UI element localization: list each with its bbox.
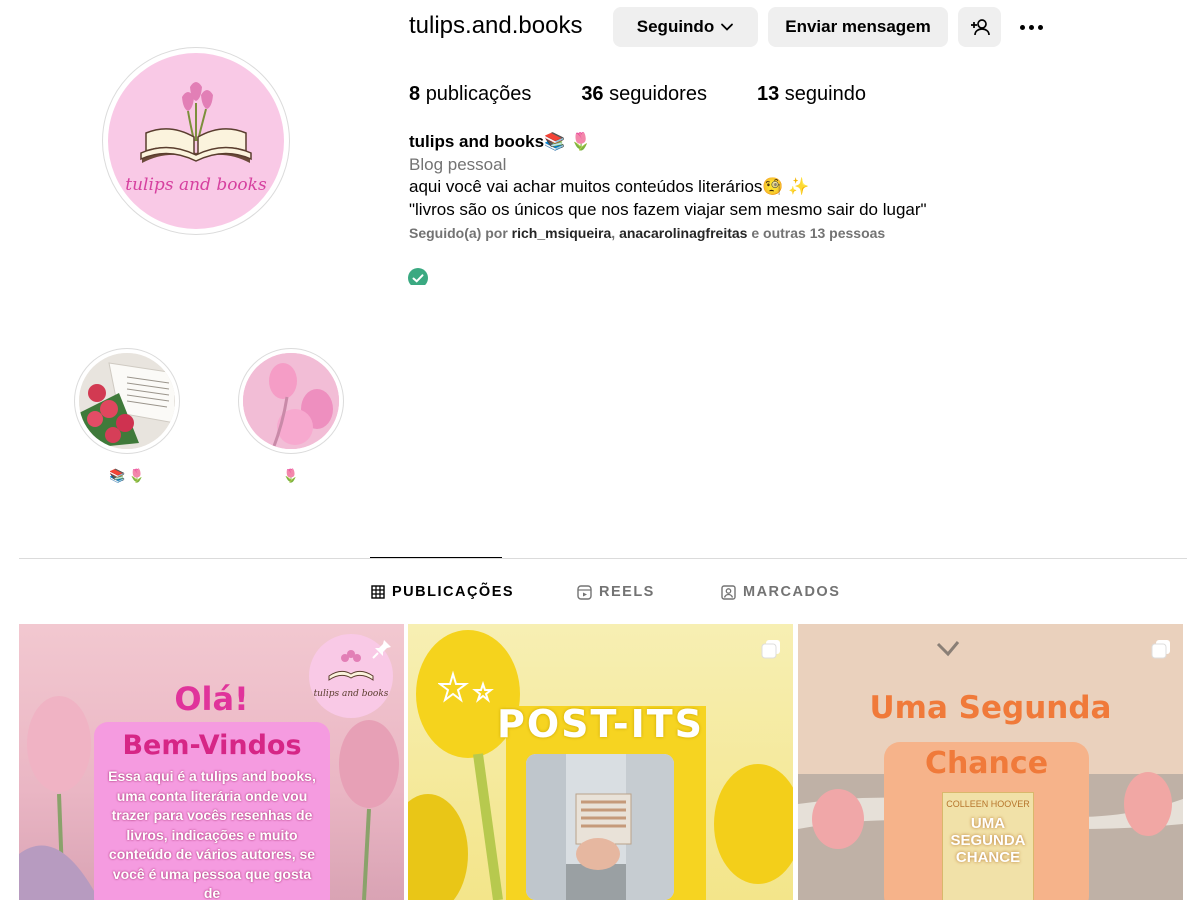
highlight-2-ring: [238, 348, 344, 454]
post-1-card: Bem-Vindos Essa aqui é a tulips and book…: [94, 722, 330, 900]
profile-username: tulips.and.books: [409, 12, 583, 39]
followers-stat[interactable]: 36 seguidores: [581, 83, 707, 106]
post-3-book-cover: COLLEEN HOOVER UMA SEGUNDA CHANCE: [942, 792, 1034, 900]
avatar-brand-text: tulips and books: [125, 175, 267, 195]
post-2-title: POST-ITS: [496, 702, 705, 746]
more-options-icon[interactable]: [1015, 16, 1047, 38]
tab-reels[interactable]: REELS: [577, 582, 655, 602]
following-button-label: Seguindo: [636, 17, 715, 36]
post-2[interactable]: POST-ITS: [408, 624, 793, 900]
add-user-icon: [970, 19, 990, 36]
avatar-image: tulips and books: [108, 53, 284, 229]
profile-divider: [19, 558, 1187, 559]
carousel-icon: [761, 640, 780, 659]
bio-line-2: "livros são os únicos que nos fazem viaj…: [409, 199, 927, 219]
post-3-subtitle: Chance: [924, 746, 1049, 781]
profile-stats: 8 publicações 36 seguidores 13 seguindo: [409, 83, 866, 106]
highlight-1[interactable]: 📚 🌷: [74, 348, 180, 484]
tab-publicacoes[interactable]: PUBLICAÇÕES: [371, 582, 514, 602]
followed-by-user-1[interactable]: rich_msiqueira: [512, 225, 612, 241]
post-1-title: Olá!: [174, 680, 249, 718]
post-3-book-author: COLLEEN HOOVER: [946, 799, 1030, 809]
suggest-accounts-button[interactable]: [958, 7, 1001, 47]
post-3-title: Uma Segunda: [869, 690, 1112, 726]
tab-reels-label: REELS: [599, 584, 655, 600]
tagged-icon: [721, 584, 736, 600]
bio-line-1: aqui você vai achar muitos conteúdos lit…: [409, 177, 810, 196]
checkmark-icon: [408, 268, 428, 285]
reels-icon: [577, 584, 592, 600]
post-3[interactable]: Uma Segunda Chance COLLEEN HOOVER UMA SE…: [798, 624, 1183, 900]
post-1-body: Essa aqui é a tulips and books, uma cont…: [108, 768, 316, 900]
highlight-1-image: [79, 353, 175, 449]
tab-publicacoes-label: PUBLICAÇÕES: [392, 584, 515, 600]
following-stat[interactable]: 13 seguindo: [757, 83, 866, 106]
bio-display-name: tulips and books📚 🌷: [409, 132, 592, 151]
tab-marcados[interactable]: MARCADOS: [721, 582, 840, 602]
posts-count-stat: 8 publicações: [409, 83, 532, 105]
following-button[interactable]: Seguindo: [613, 7, 758, 47]
chevron-down-icon: [721, 23, 734, 31]
send-message-label: Enviar mensagem: [785, 17, 931, 36]
highlight-2-label: 🌷: [282, 468, 300, 483]
pin-icon: [372, 640, 391, 659]
profile-bio: tulips and books📚 🌷 Blog pessoal aqui vo…: [409, 131, 1109, 245]
grid-icon: [371, 585, 385, 599]
highlight-1-label: 📚 🌷: [109, 468, 145, 483]
post-2-photo: [526, 754, 674, 900]
bio-category: Blog pessoal: [409, 154, 507, 174]
tab-marcados-label: MARCADOS: [743, 584, 841, 600]
highlight-2[interactable]: 🌷: [238, 348, 344, 484]
carousel-icon: [1151, 640, 1170, 659]
post-1[interactable]: tulips and books Olá! Bem-Vindos Essa aq…: [19, 624, 404, 900]
followed-by-text[interactable]: Seguido(a) por rich_msiqueira, anacaroli…: [409, 222, 1109, 245]
post-3-book-title: UMA SEGUNDA CHANCE: [950, 815, 1026, 866]
highlight-2-image: [243, 353, 339, 449]
followed-by-user-2[interactable]: anacarolinagfreitas: [619, 225, 747, 241]
profile-avatar[interactable]: tulips and books: [102, 47, 290, 235]
book-tulips-logo-icon: [140, 82, 252, 163]
highlight-1-ring: [74, 348, 180, 454]
post-1-subtitle: Bem-Vindos: [122, 730, 302, 761]
send-message-button[interactable]: Enviar mensagem: [768, 7, 948, 47]
active-tab-indicator: [370, 557, 502, 558]
